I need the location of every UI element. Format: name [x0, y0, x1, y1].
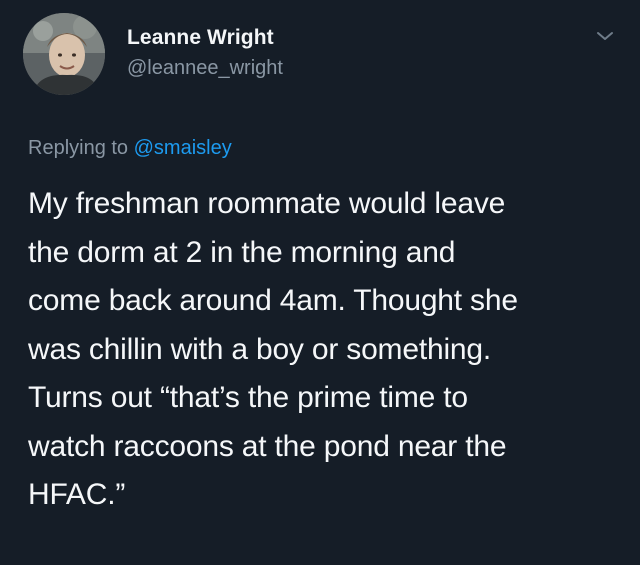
tweet-text-line: My freshman roommate would leave: [28, 187, 506, 220]
reply-mention-link[interactable]: @smaisley: [134, 137, 232, 159]
tweet-text-line: HFAC.”: [28, 478, 126, 511]
avatar[interactable]: [23, 13, 105, 95]
tweet-text-line: Turns out “that’s the prime time to: [28, 381, 468, 414]
tweet-text-line: watch raccoons at the pond near the: [28, 429, 507, 463]
replying-to-label: Replying to: [28, 137, 129, 159]
tweet-card: Leanne Wright @leannee_wright Replying t…: [0, 0, 640, 565]
tweet-text-line: was chillin with a boy or something.: [28, 332, 492, 366]
replying-to: Replying to @smaisley: [28, 137, 232, 160]
tweet-text: My freshman roommate would leave the dor…: [28, 180, 628, 520]
chevron-down-icon[interactable]: [594, 28, 616, 44]
avatar-image: [23, 13, 105, 95]
author-name[interactable]: Leanne Wright: [127, 26, 274, 50]
author-handle[interactable]: @leannee_wright: [127, 57, 283, 80]
tweet-text-line: the dorm at 2 in the morning and: [28, 235, 456, 269]
tweet-text-line: come back around 4am. Thought she: [28, 284, 518, 317]
